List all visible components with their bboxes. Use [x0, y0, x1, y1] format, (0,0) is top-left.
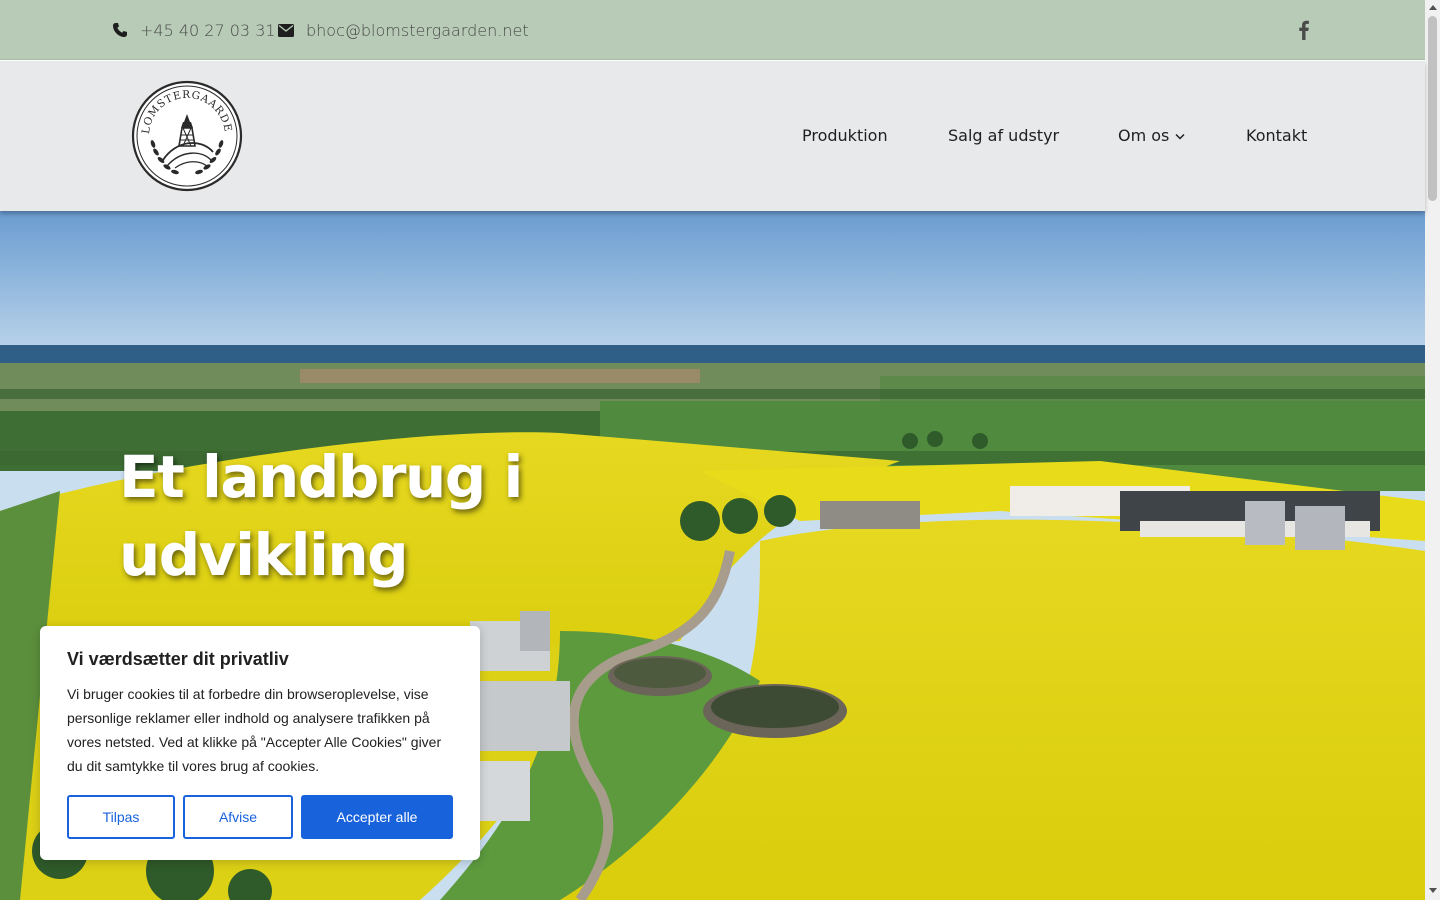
email-contact[interactable]: bhoc@blomstergaarden.net	[278, 0, 529, 60]
cookie-consent-banner: Vi værdsætter dit privatliv Vi bruger co…	[40, 626, 480, 860]
nav-kontakt[interactable]: Kontakt	[1246, 126, 1307, 145]
cookie-title: Vi værdsætter dit privatliv	[67, 649, 289, 669]
cookie-buttons: Tilpas Afvise Accepter alle	[67, 795, 453, 839]
accept-all-button[interactable]: Accepter alle	[301, 795, 453, 839]
scroll-up-arrow-icon[interactable]	[1429, 5, 1437, 10]
facebook-icon[interactable]	[1297, 20, 1311, 40]
email-address: bhoc@blomstergaarden.net	[306, 20, 529, 40]
page-scrollbar[interactable]	[1425, 0, 1440, 900]
top-info-bar: +45 40 27 03 31 bhoc@blomstergaarden.net	[0, 0, 1425, 60]
scroll-down-arrow-icon[interactable]	[1429, 888, 1437, 893]
cookie-description: Vi bruger cookies til at forbedre din br…	[67, 686, 442, 774]
hero-title-line-2: udvikling	[119, 521, 409, 589]
nav-om-os-label: Om os	[1118, 126, 1170, 145]
nav-salg-af-udstyr[interactable]: Salg af udstyr	[948, 126, 1059, 145]
site-header: BLOMSTERGAARDEN Produktion Salg af udsty…	[0, 61, 1425, 211]
hero-title-line-1: Et landbrug i	[119, 443, 523, 511]
scrollbar-thumb[interactable]	[1428, 16, 1437, 201]
envelope-icon	[278, 23, 294, 37]
nav-om-os[interactable]: Om os	[1118, 126, 1185, 145]
customize-button[interactable]: Tilpas	[67, 795, 175, 839]
phone-number: +45 40 27 03 31	[140, 20, 276, 40]
phone-icon	[113, 23, 127, 37]
reject-button[interactable]: Afvise	[183, 795, 293, 839]
blomstergaarden-logo[interactable]: BLOMSTERGAARDEN	[131, 80, 243, 192]
chevron-down-icon	[1175, 133, 1185, 140]
nav-produktion[interactable]: Produktion	[802, 126, 888, 145]
hero-title: Et landbrug i udvikling	[119, 438, 539, 594]
phone-contact[interactable]: +45 40 27 03 31	[112, 0, 276, 60]
